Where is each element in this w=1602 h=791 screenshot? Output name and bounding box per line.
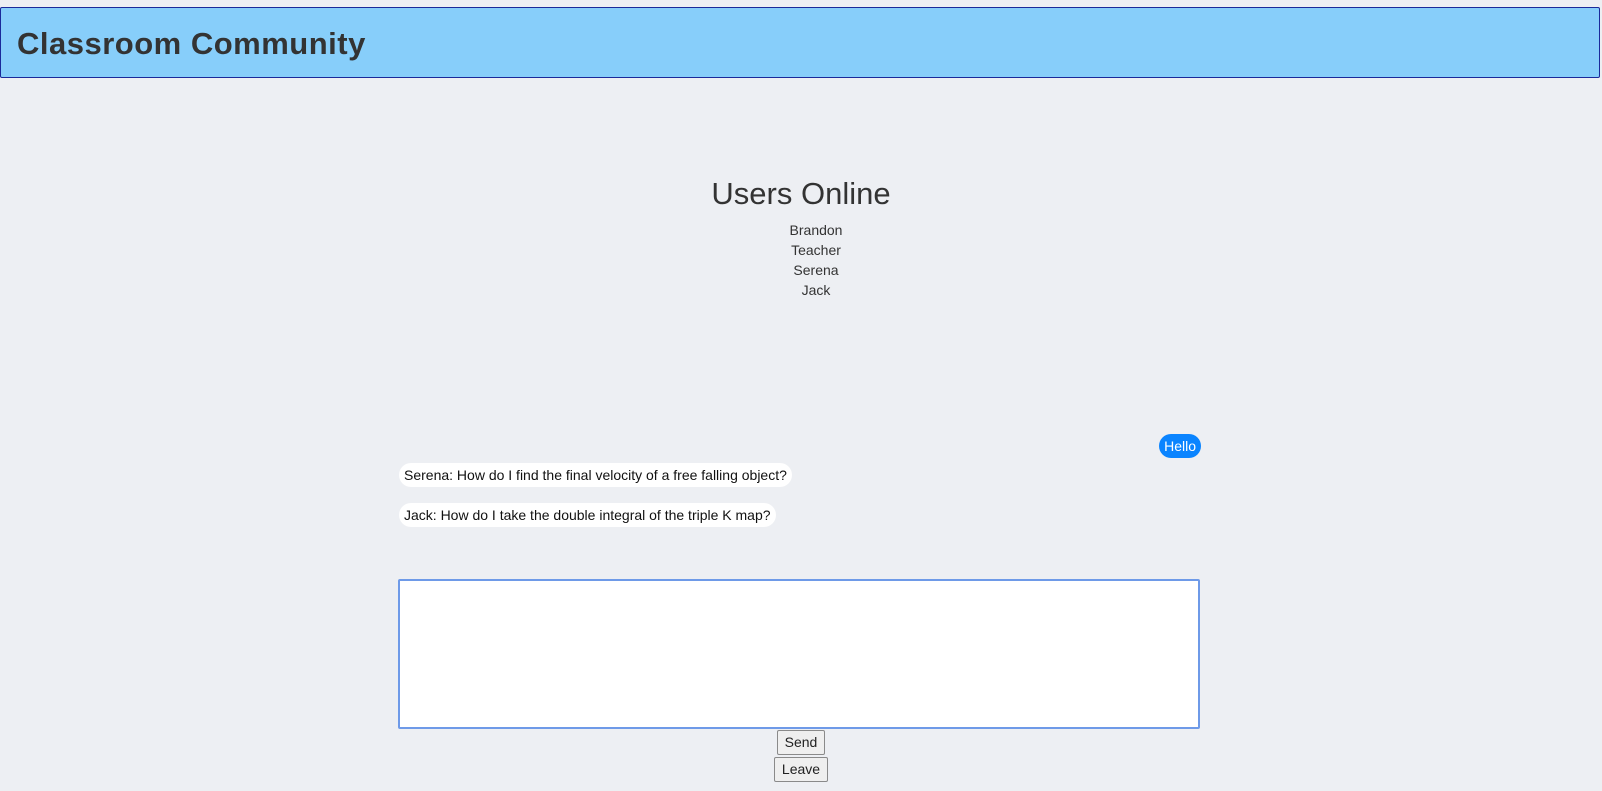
own-message-bubble: Hello [1159,434,1201,458]
app-title: Classroom Community [17,26,366,61]
message-input[interactable] [398,579,1200,729]
user-list-item: Jack [801,282,831,298]
user-list-item: Serena [793,262,839,278]
leave-button[interactable]: Leave [774,757,828,782]
message-bubble: Jack: How do I take the double integral … [399,503,776,527]
users-online-list: Brandon Teacher Serena Jack [0,220,1602,300]
users-online-title: Users Online [711,176,891,211]
user-list-item: Teacher [791,242,841,258]
user-list-item: Brandon [789,222,843,238]
app-header: Classroom Community [0,7,1600,78]
send-button[interactable]: Send [777,730,825,755]
message-bubble: Serena: How do I find the final velocity… [399,463,792,487]
